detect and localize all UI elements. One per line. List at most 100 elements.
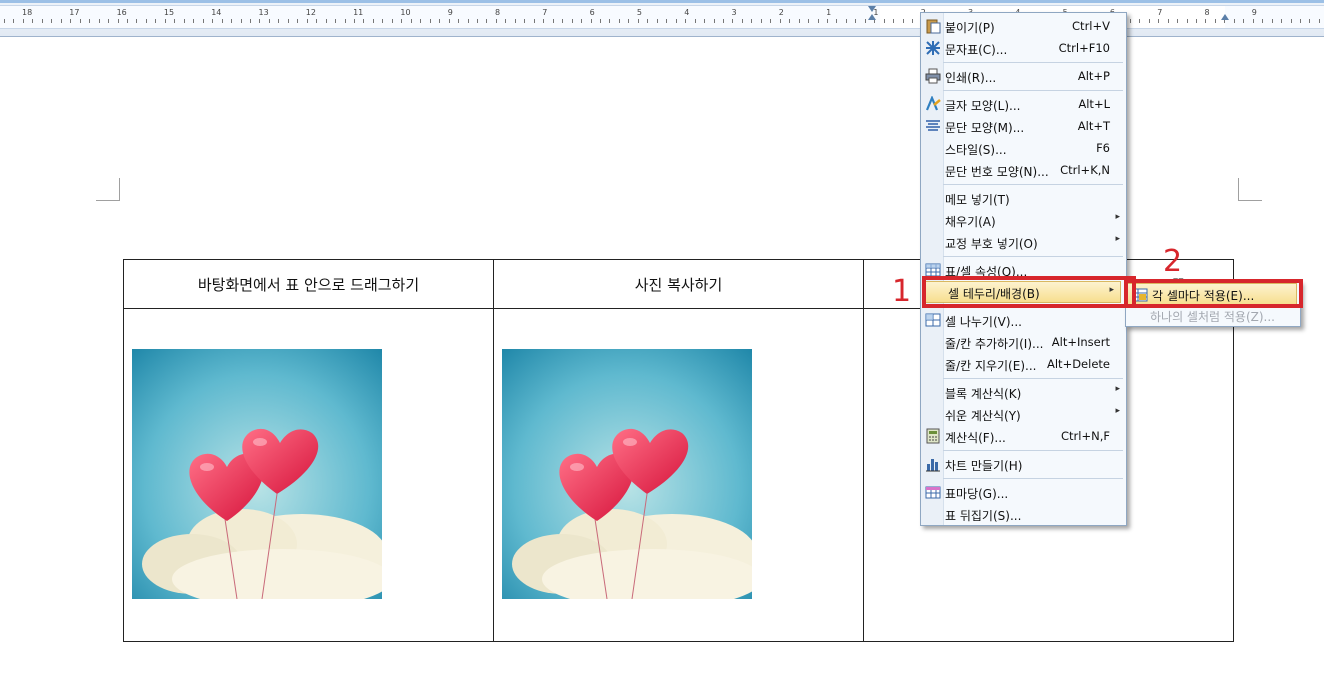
ruler-tick bbox=[401, 19, 403, 23]
ruler-number: 9 bbox=[1251, 8, 1257, 17]
ruler-tick bbox=[458, 19, 460, 23]
ruler-tick bbox=[533, 19, 535, 23]
menu-item-label: 문단 모양(M)... bbox=[945, 121, 1025, 135]
ruler-tick bbox=[325, 19, 327, 23]
ruler-number: 13 bbox=[258, 8, 269, 17]
header-text: 사진 복사하기 bbox=[634, 275, 723, 294]
heart-balloons-photo[interactable] bbox=[132, 349, 382, 599]
ruler-tick bbox=[486, 19, 488, 23]
context-menu[interactable]: 붙이기(P) Ctrl+V 문자표(C)... Ctrl+F10 인쇄(R)... Alt… bbox=[920, 12, 1127, 526]
ruler-tick bbox=[316, 19, 318, 23]
margin-corner-left bbox=[96, 178, 120, 201]
ruler-tick bbox=[883, 19, 885, 23]
menu-item[interactable]: 표마당(G)... bbox=[921, 481, 1126, 503]
ruler-tick bbox=[741, 19, 743, 23]
right-indent-marker[interactable] bbox=[1221, 14, 1229, 20]
menu-item[interactable]: 글자 모양(L)... Alt+L bbox=[921, 93, 1126, 115]
table-cell[interactable] bbox=[493, 308, 864, 642]
menu-item[interactable]: 인쇄(R)... Alt+P bbox=[921, 65, 1126, 87]
ruler-number: 11 bbox=[353, 8, 364, 17]
menu-item[interactable]: 메모 넣기(T) bbox=[921, 187, 1126, 209]
menu-item-label: 문자표(C)... bbox=[945, 43, 1008, 57]
ruler-tick bbox=[70, 19, 72, 23]
menu-item-label: 블록 계산식(K) bbox=[945, 387, 1022, 401]
ruler-tick bbox=[637, 19, 639, 23]
table-header-cell[interactable]: 사진 복사하기 bbox=[493, 259, 864, 309]
menu-item[interactable]: 줄/칸 추가하기(I)... Alt+Insert bbox=[921, 331, 1126, 353]
ruler-tick bbox=[524, 19, 526, 23]
submenu-arrow-icon: ▸ bbox=[1115, 212, 1120, 222]
menu-item[interactable]: 교정 부호 넣기(O) ▸ bbox=[921, 231, 1126, 253]
menu-item[interactable]: 차트 만들기(H) bbox=[921, 453, 1126, 475]
ruler-tick bbox=[259, 19, 261, 23]
ruler-tick bbox=[1139, 19, 1141, 23]
first-line-indent-marker[interactable] bbox=[868, 6, 876, 12]
menu-separator bbox=[943, 62, 1123, 63]
menu-item[interactable]: 문단 번호 모양(N)... Ctrl+K,N bbox=[921, 159, 1126, 181]
ruler-tick bbox=[1281, 19, 1283, 23]
ruler-tick bbox=[202, 19, 204, 23]
ruler-number: 14 bbox=[211, 8, 222, 17]
ruler-tick bbox=[249, 19, 251, 23]
ruler-tick bbox=[722, 19, 724, 23]
ruler-tick bbox=[89, 19, 91, 23]
ruler-top-border bbox=[0, 0, 1324, 3]
symbol-icon bbox=[925, 40, 941, 56]
ruler-tick bbox=[98, 19, 100, 23]
ruler-tick bbox=[514, 19, 516, 23]
ruler-tick bbox=[704, 19, 706, 23]
ruler-tick bbox=[193, 19, 195, 23]
ruler-tick bbox=[505, 19, 507, 23]
ruler-number: 17 bbox=[69, 8, 80, 17]
ruler-tick bbox=[164, 19, 166, 23]
ruler-tick bbox=[1129, 19, 1131, 23]
table-cell[interactable] bbox=[123, 308, 494, 642]
ruler-tick bbox=[751, 19, 753, 23]
ruler-number: 15 bbox=[163, 8, 175, 17]
menu-item[interactable]: 블록 계산식(K) ▸ bbox=[921, 381, 1126, 403]
ruler-tick bbox=[335, 19, 337, 23]
menu-item-shortcut: Ctrl+V bbox=[1072, 19, 1110, 33]
menu-item-label: 표마당(G)... bbox=[945, 487, 1009, 501]
ruler-tick bbox=[183, 19, 185, 23]
heart-balloons-photo[interactable] bbox=[502, 349, 752, 599]
ruler-number: 3 bbox=[731, 8, 737, 17]
ruler-number: 7 bbox=[542, 8, 548, 17]
ruler-tick bbox=[1262, 19, 1264, 23]
ruler-tick bbox=[864, 19, 866, 23]
menu-item[interactable]: 문자표(C)... Ctrl+F10 bbox=[921, 37, 1126, 59]
menu-item[interactable]: 붙이기(P) Ctrl+V bbox=[921, 15, 1126, 37]
ruler-tick bbox=[32, 19, 34, 23]
ruler-number: 10 bbox=[400, 8, 411, 17]
ruler-number: 12 bbox=[305, 8, 316, 17]
menu-item[interactable]: 문단 모양(M)... Alt+T bbox=[921, 115, 1126, 137]
ruler-tick bbox=[1167, 19, 1169, 23]
ruler-tick bbox=[13, 19, 15, 23]
ruler-tick bbox=[297, 19, 299, 23]
ruler-tick bbox=[1252, 19, 1254, 23]
menu-separator bbox=[943, 184, 1123, 185]
ruler-tick bbox=[1186, 19, 1188, 23]
ruler-tick bbox=[495, 19, 497, 23]
menu-item[interactable]: 줄/칸 지우기(E)... Alt+Delete bbox=[921, 353, 1126, 375]
menu-item[interactable]: 셀 나누기(V)... bbox=[921, 309, 1126, 331]
menu-item[interactable]: 표 뒤집기(S)... bbox=[921, 503, 1126, 525]
table-gallery-icon bbox=[925, 484, 941, 500]
menu-item[interactable]: 스타일(S)... F6 bbox=[921, 137, 1126, 159]
table-header-cell[interactable]: 바탕화면에서 표 안으로 드래그하기 bbox=[123, 259, 494, 309]
menu-item-shortcut: Alt+Delete bbox=[1047, 357, 1110, 371]
ruler-tick bbox=[817, 19, 819, 23]
menu-item[interactable]: 쉬운 계산식(Y) ▸ bbox=[921, 403, 1126, 425]
margin-corner-right bbox=[1238, 178, 1262, 201]
menu-item-shortcut: Ctrl+N,F bbox=[1061, 429, 1110, 443]
ruler-tick bbox=[798, 19, 800, 23]
menu-item-label: 표 뒤집기(S)... bbox=[945, 509, 1022, 523]
left-indent-marker[interactable] bbox=[868, 14, 876, 20]
ruler-tick bbox=[628, 19, 630, 23]
ruler-tick bbox=[599, 19, 601, 23]
menu-item[interactable]: 채우기(A) ▸ bbox=[921, 209, 1126, 231]
menu-item[interactable]: 계산식(F)... Ctrl+N,F bbox=[921, 425, 1126, 447]
ruler-tick bbox=[22, 19, 24, 23]
menu-item-label: 스타일(S)... bbox=[945, 143, 1007, 157]
ruler-number: 16 bbox=[116, 8, 127, 17]
